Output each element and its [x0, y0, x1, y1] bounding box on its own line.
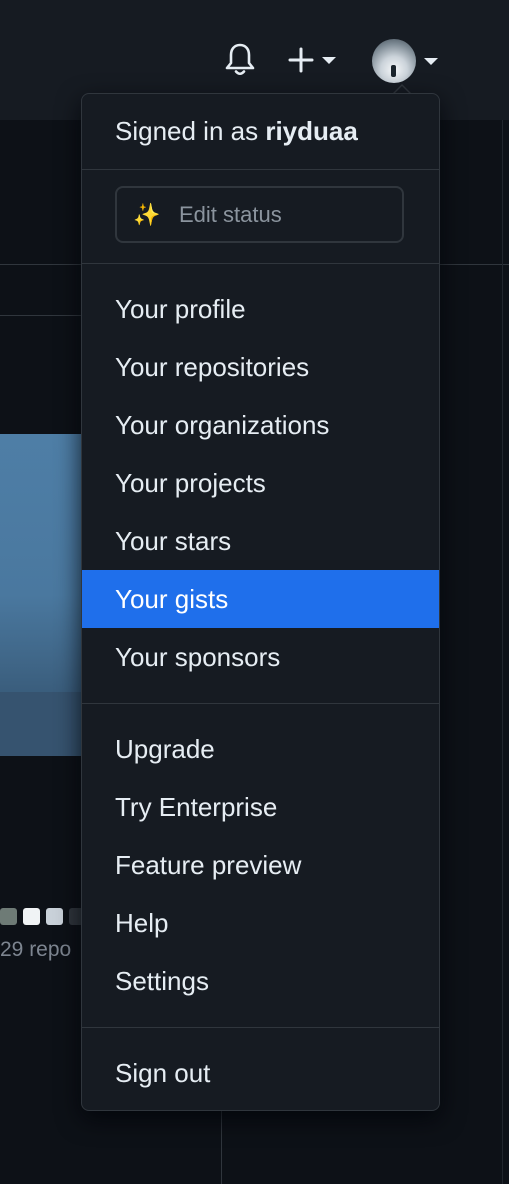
menu-item-your-gists[interactable]: Your gists — [82, 570, 439, 628]
edit-status-label: Edit status — [179, 201, 282, 227]
avatar — [372, 39, 416, 83]
divider — [221, 1110, 222, 1184]
chevron-down-icon — [322, 56, 336, 64]
bell-icon — [225, 43, 255, 76]
divider — [82, 169, 439, 170]
contribution-square — [0, 908, 17, 925]
menu-item-sign-out[interactable]: Sign out — [82, 1044, 439, 1102]
signed-in-header: Signed in as riyduaa — [115, 116, 358, 147]
notifications-button[interactable] — [224, 40, 262, 80]
contribution-square — [46, 908, 63, 925]
divider — [0, 315, 84, 316]
contribution-legend — [0, 908, 86, 925]
divider — [82, 263, 439, 264]
menu-item-your-repositories[interactable]: Your repositories — [82, 338, 439, 396]
menu-item-your-projects[interactable]: Your projects — [82, 454, 439, 512]
divider — [502, 120, 503, 1184]
create-new-button[interactable] — [288, 42, 348, 78]
signed-in-label: Signed in as — [115, 116, 259, 146]
menu-item-try-enterprise[interactable]: Try Enterprise — [82, 778, 439, 836]
plus-icon — [288, 47, 314, 73]
menu-item-feature-preview[interactable]: Feature preview — [82, 836, 439, 894]
chevron-down-icon — [424, 57, 438, 65]
user-dropdown-menu: Signed in as riyduaa ✨ Edit status Your … — [81, 93, 440, 1111]
menu-item-your-organizations[interactable]: Your organizations — [82, 396, 439, 454]
menu-item-your-profile[interactable]: Your profile — [82, 280, 439, 338]
profile-cover-image — [0, 434, 84, 756]
edit-status-button[interactable]: ✨ Edit status — [115, 186, 404, 243]
menu-item-your-sponsors[interactable]: Your sponsors — [82, 628, 439, 686]
sparkles-icon: ✨ — [133, 201, 161, 227]
menu-item-your-stars[interactable]: Your stars — [82, 512, 439, 570]
menu-item-help[interactable]: Help — [82, 894, 439, 952]
divider — [82, 703, 439, 704]
menu-item-settings[interactable]: Settings — [82, 952, 439, 1010]
contribution-square — [23, 908, 40, 925]
username: riyduaa — [265, 116, 358, 146]
divider — [82, 1027, 439, 1028]
repo-count-text: 29 repo — [0, 938, 72, 961]
user-menu-button[interactable] — [372, 38, 444, 84]
menu-item-upgrade[interactable]: Upgrade — [82, 720, 439, 778]
